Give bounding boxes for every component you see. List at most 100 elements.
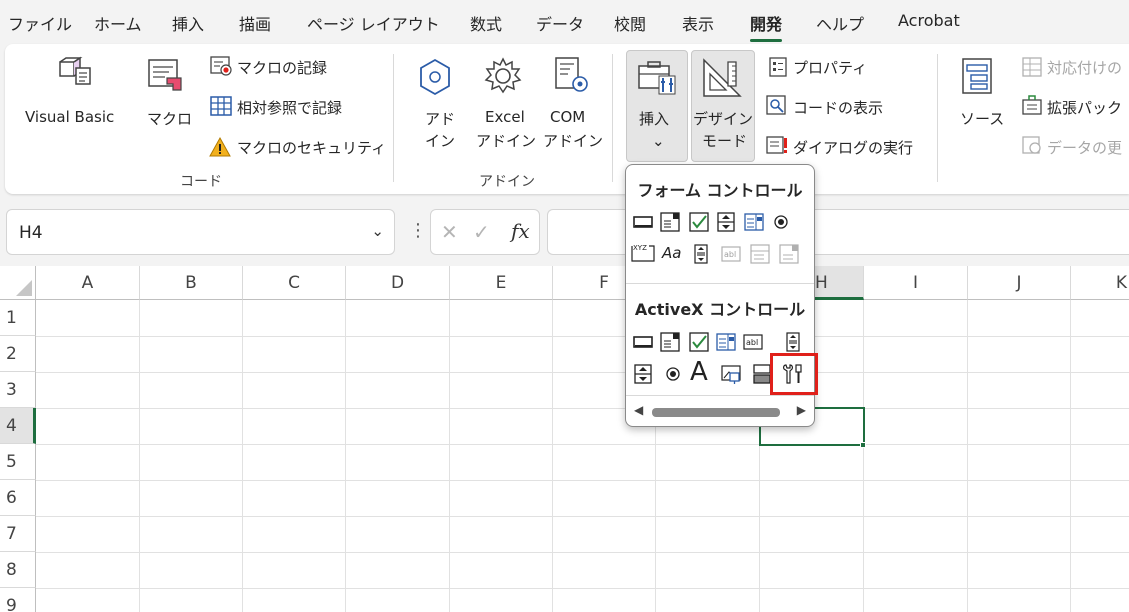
map-properties-button[interactable]: 対応付けの bbox=[1047, 57, 1122, 78]
column-header-j[interactable]: J bbox=[968, 266, 1071, 300]
activex-list-box-icon[interactable] bbox=[715, 331, 737, 353]
record-macro-button[interactable]: マクロの記録 bbox=[237, 57, 327, 78]
form-combo-dropdown-edit-icon[interactable] bbox=[778, 243, 800, 265]
form-text-field-icon[interactable]: abl bbox=[720, 243, 742, 265]
macro-security-button[interactable]: マクロのセキュリティ bbox=[237, 137, 386, 158]
menu-review[interactable]: 校閲 bbox=[614, 11, 646, 35]
refresh-data-button[interactable]: データの更 bbox=[1047, 137, 1122, 158]
activex-text-box-icon[interactable]: abl bbox=[742, 331, 764, 353]
xyz-label: XYZ bbox=[633, 244, 647, 252]
menu-insert[interactable]: 挿入 bbox=[172, 11, 204, 35]
macros-button[interactable]: マクロ bbox=[147, 108, 192, 129]
dropdown-separator-2 bbox=[626, 395, 814, 396]
addins-button-line1[interactable]: アド bbox=[425, 108, 455, 129]
grid-line bbox=[36, 588, 1129, 589]
row-header-6[interactable]: 6 bbox=[0, 480, 36, 516]
grid-line bbox=[36, 372, 1129, 373]
select-all-corner[interactable] bbox=[0, 266, 36, 300]
row-header-2[interactable]: 2 bbox=[0, 336, 36, 372]
column-header-c[interactable]: C bbox=[243, 266, 346, 300]
properties-button[interactable]: プロパティ bbox=[793, 57, 867, 78]
row-header-4[interactable]: 4 bbox=[0, 408, 36, 444]
com-addins-line1[interactable]: COM bbox=[550, 108, 585, 126]
activex-spin-button-icon[interactable] bbox=[632, 363, 654, 385]
name-box-value: H4 bbox=[19, 223, 43, 243]
form-combo-list-edit-icon[interactable] bbox=[749, 243, 771, 265]
activex-combo-box-icon[interactable] bbox=[659, 331, 681, 353]
properties-icon bbox=[769, 57, 787, 77]
com-addins-icon bbox=[555, 57, 588, 92]
menu-file[interactable]: ファイル bbox=[8, 11, 72, 35]
com-addins-line2[interactable]: アドイン bbox=[543, 130, 603, 151]
dropdown-scrollbar[interactable]: ◀ ▶ bbox=[634, 403, 806, 419]
excel-addins-line2[interactable]: アドイン bbox=[476, 130, 536, 151]
form-option-button-icon[interactable] bbox=[770, 211, 792, 233]
column-header-d[interactable]: D bbox=[346, 266, 450, 300]
grid-line bbox=[36, 408, 1129, 409]
row-header-1[interactable]: 1 bbox=[0, 300, 36, 336]
activex-label-icon[interactable]: A bbox=[690, 357, 708, 387]
scroll-left-icon[interactable]: ◀ bbox=[634, 403, 643, 417]
menu-data[interactable]: データ bbox=[536, 11, 584, 35]
row-header-7[interactable]: 7 bbox=[0, 516, 36, 552]
column-header-k[interactable]: K bbox=[1071, 266, 1129, 300]
activex-scroll-bar-icon[interactable] bbox=[782, 331, 804, 353]
form-spin-button-icon[interactable] bbox=[715, 211, 737, 233]
menu-draw[interactable]: 描画 bbox=[239, 11, 271, 35]
group-separator bbox=[393, 54, 394, 182]
grid-line bbox=[36, 480, 1129, 481]
fill-handle[interactable] bbox=[860, 442, 866, 448]
menu-acrobat[interactable]: Acrobat bbox=[898, 11, 960, 30]
column-header-b[interactable]: B bbox=[140, 266, 243, 300]
group-separator-3 bbox=[937, 54, 938, 182]
row-header-9[interactable]: 9 bbox=[0, 588, 36, 612]
relative-reference-button[interactable]: 相対参照で記録 bbox=[237, 97, 342, 118]
xml-source-button[interactable]: ソース bbox=[960, 108, 1004, 129]
name-box[interactable]: H4 ⌄ bbox=[6, 209, 395, 255]
form-list-box-icon[interactable] bbox=[743, 211, 765, 233]
visual-basic-button[interactable]: Visual Basic bbox=[25, 108, 114, 126]
abl-label-activex: abl bbox=[746, 338, 758, 347]
view-code-button[interactable]: コードの表示 bbox=[793, 97, 883, 118]
scroll-right-icon[interactable]: ▶ bbox=[797, 403, 806, 417]
row-header-8[interactable]: 8 bbox=[0, 552, 36, 588]
excel-addins-line1[interactable]: Excel bbox=[485, 108, 525, 126]
form-scroll-bar-icon[interactable] bbox=[690, 243, 712, 265]
addins-icon bbox=[420, 58, 450, 96]
menu-formulas[interactable]: 数式 bbox=[470, 11, 502, 35]
addins-button-line2[interactable]: イン bbox=[425, 130, 455, 151]
cancel-icon[interactable]: ✕ bbox=[441, 220, 458, 244]
row-header-5[interactable]: 5 bbox=[0, 444, 36, 480]
more-options-icon[interactable]: ⋮ bbox=[409, 220, 427, 241]
column-header-a[interactable]: A bbox=[36, 266, 140, 300]
activex-option-button-icon[interactable] bbox=[662, 363, 684, 385]
form-check-box-icon[interactable] bbox=[688, 211, 710, 233]
menu-home[interactable]: ホーム bbox=[94, 11, 142, 35]
menu-view[interactable]: 表示 bbox=[682, 11, 714, 35]
form-button-icon[interactable] bbox=[632, 211, 654, 233]
expansion-packs-button[interactable]: 拡張パック bbox=[1047, 97, 1122, 118]
menu-developer[interactable]: 開発 bbox=[750, 11, 783, 42]
run-dialog-button[interactable]: ダイアログの実行 bbox=[793, 137, 913, 158]
activex-check-box-icon[interactable] bbox=[688, 331, 710, 353]
column-header-e[interactable]: E bbox=[450, 266, 553, 300]
chevron-down-icon[interactable]: ⌄ bbox=[371, 222, 384, 240]
design-mode-line2: モード bbox=[702, 132, 748, 150]
menu-help[interactable]: ヘルプ bbox=[816, 11, 864, 35]
insert-function-icon[interactable]: fx bbox=[511, 219, 530, 243]
macros-icon bbox=[148, 59, 182, 91]
form-group-box-icon[interactable]: XYZ bbox=[630, 241, 656, 263]
menu-page-layout[interactable]: ページ レイアウト bbox=[307, 11, 440, 35]
activex-image-icon[interactable] bbox=[720, 363, 742, 385]
formula-buttons: ✕ ✓ fx bbox=[430, 209, 540, 255]
enter-icon[interactable]: ✓ bbox=[473, 220, 490, 244]
grid-line bbox=[36, 552, 1129, 553]
abl-label: abl bbox=[724, 250, 736, 259]
grid-line bbox=[242, 300, 243, 612]
column-header-i[interactable]: I bbox=[864, 266, 968, 300]
form-combo-box-icon[interactable] bbox=[659, 211, 681, 233]
scrollbar-thumb[interactable] bbox=[652, 408, 780, 417]
form-label-icon[interactable]: Aa bbox=[662, 244, 681, 262]
row-header-3[interactable]: 3 bbox=[0, 372, 36, 408]
activex-button-icon[interactable] bbox=[632, 331, 654, 353]
